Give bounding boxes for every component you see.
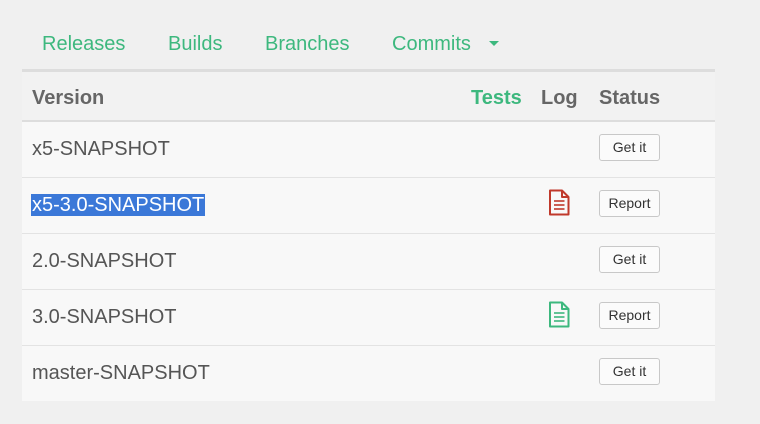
version-label: 3.0-SNAPSHOT <box>32 306 177 328</box>
nav-builds-link[interactable]: Builds <box>168 33 222 55</box>
versions-table: Version Tests Log Status x5-SNAPSHOT Get… <box>22 69 715 401</box>
report-button[interactable]: Report <box>599 190 660 217</box>
report-button[interactable]: Report <box>599 302 660 329</box>
table-row: 3.0-SNAPSHOT Report <box>22 290 715 346</box>
version-column-header: Version <box>32 87 105 109</box>
get-it-button[interactable]: Get it <box>599 134 660 161</box>
nav-releases-link[interactable]: Releases <box>42 33 125 55</box>
chevron-down-icon[interactable] <box>489 41 499 46</box>
table-row: x5-3.0-SNAPSHOT Report <box>22 178 715 234</box>
log-column-header: Log <box>541 87 578 109</box>
status-column-header: Status <box>599 87 661 109</box>
version-label: master-SNAPSHOT <box>32 362 210 384</box>
nav-branches-link[interactable]: Branches <box>265 33 350 55</box>
version-label: x5-SNAPSHOT <box>32 138 170 160</box>
table-row: master-SNAPSHOT Get it <box>22 346 715 402</box>
get-it-button[interactable]: Get it <box>599 358 660 385</box>
version-label: x5-3.0-SNAPSHOT <box>31 194 206 216</box>
passed-log-icon[interactable] <box>547 301 571 328</box>
tests-column-header[interactable]: Tests <box>471 87 522 109</box>
top-nav: Releases Builds Branches Commits <box>22 24 715 70</box>
failed-log-icon[interactable] <box>547 189 571 216</box>
version-label: 2.0-SNAPSHOT <box>32 250 177 272</box>
table-row: x5-SNAPSHOT Get it <box>22 122 715 178</box>
table-header: Version Tests Log Status <box>22 72 715 122</box>
nav-commits-link[interactable]: Commits <box>392 33 471 55</box>
table-row: 2.0-SNAPSHOT Get it <box>22 234 715 290</box>
get-it-button[interactable]: Get it <box>599 246 660 273</box>
